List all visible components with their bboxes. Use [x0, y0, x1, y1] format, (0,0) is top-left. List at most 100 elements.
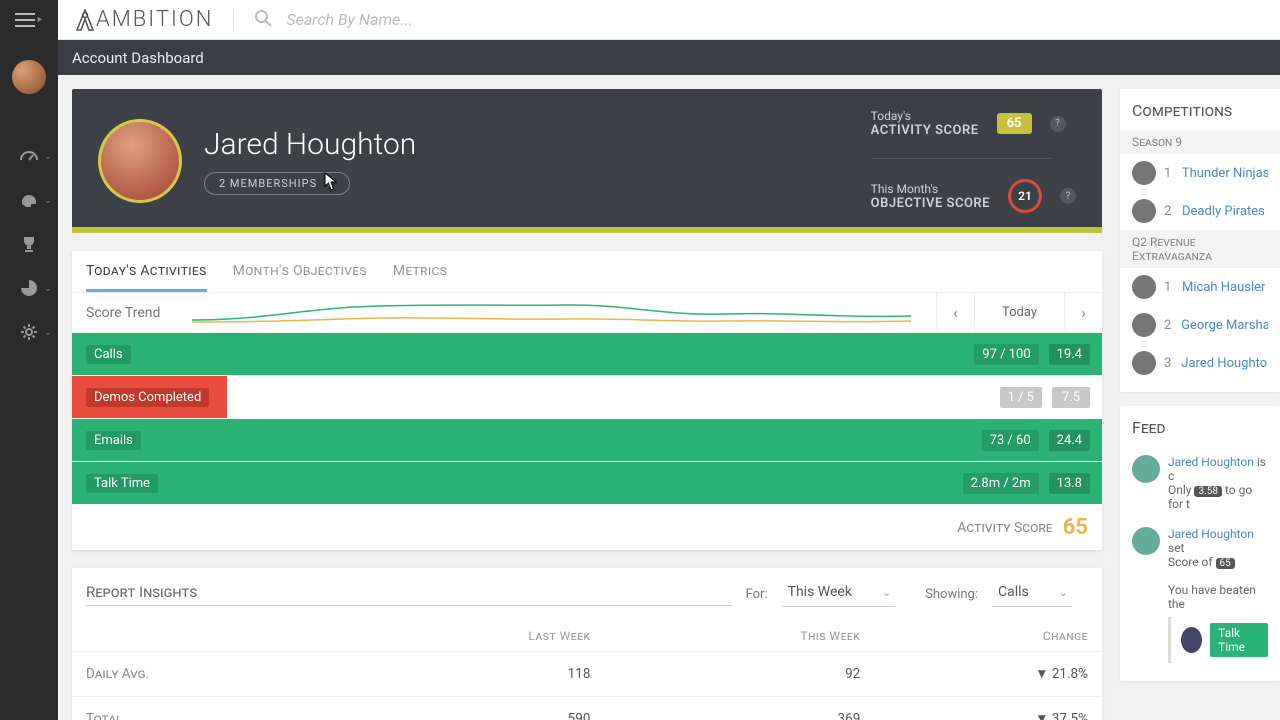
report-card: Report Insights For: This Week ⌄ Showing:…	[72, 568, 1102, 720]
gear-icon	[20, 323, 38, 341]
report-showing-value: Calls	[998, 584, 1029, 600]
avatar	[1132, 313, 1156, 337]
nav-settings[interactable]: ⌄	[0, 310, 58, 354]
competition-row[interactable]: 1 Thunder Ninjas	[1120, 154, 1280, 192]
feed-badge: 65	[1216, 558, 1235, 569]
avatar	[1132, 351, 1156, 375]
objective-score-label2: Objective Score	[871, 196, 990, 211]
col-change: Change	[874, 621, 1102, 652]
left-nav: ⌄ ⌄ ⌄ ⌄	[0, 40, 58, 720]
chevron-down-icon: ⌄	[882, 586, 891, 599]
activity-help[interactable]: ?	[1050, 116, 1066, 132]
competitor-name: Micah Hausler	[1182, 280, 1265, 295]
activity-score-value: 65	[997, 113, 1032, 134]
activity-name: Emails	[86, 431, 141, 450]
feed-item[interactable]: Jared Houghton is cOnly 3.58 to go for t	[1120, 447, 1280, 519]
chevron-down-icon: ⌄	[1059, 586, 1068, 599]
report-showing-label: Showing:	[925, 587, 978, 602]
memberships-dropdown[interactable]: 2 MEMBERSHIPS ⌄	[204, 172, 350, 195]
report-for-label: For:	[746, 587, 768, 602]
objective-score-label1: This Month's	[871, 182, 990, 196]
competitor-name: Thunder Ninjas	[1182, 166, 1268, 181]
activity-ratio: 73 / 60	[982, 430, 1039, 451]
report-showing-select[interactable]: Calls ⌄	[992, 582, 1072, 607]
feed-text: Only	[1168, 483, 1194, 497]
avatar	[1132, 161, 1156, 185]
avatar	[1132, 199, 1156, 223]
trend-today[interactable]: Today	[974, 293, 1064, 333]
feed-talk-badge: Talk Time	[1210, 623, 1268, 657]
rank: 3	[1164, 356, 1173, 371]
feed-title: Feed	[1120, 406, 1280, 447]
avatar	[1132, 275, 1156, 299]
logo-icon	[76, 9, 94, 31]
feed-text: set	[1168, 541, 1184, 555]
trophy-icon	[20, 235, 38, 253]
nav-helmet[interactable]: ⌄	[0, 178, 58, 222]
objective-help[interactable]: ?	[1060, 188, 1076, 204]
competition-row[interactable]: 2George Marshall	[1120, 306, 1280, 344]
memberships-label: 2 MEMBERSHIPS	[219, 177, 317, 190]
activity-ratio: 97 / 100	[974, 344, 1038, 365]
activity-row[interactable]: Emails 73 / 60 24.4	[72, 419, 1102, 461]
competition-group: Q2 Revenue Extravaganza	[1120, 230, 1280, 268]
feed-quote: Talk Time	[1168, 617, 1268, 663]
accent-bar	[72, 227, 1102, 233]
competition-group: Season 9	[1120, 130, 1280, 154]
col-this-week: This Week	[604, 621, 874, 652]
feed-badge: 3.58	[1194, 486, 1222, 497]
col-last-week: Last Week	[328, 621, 604, 652]
rank: 1	[1164, 280, 1174, 295]
activity-row[interactable]: Calls 97 / 100 19.4	[72, 333, 1102, 375]
profile-avatar[interactable]	[98, 119, 182, 203]
competition-row[interactable]: 3Jared Houghton	[1120, 344, 1280, 382]
trend-prev[interactable]: ‹	[936, 293, 974, 333]
activity-score: 24.4	[1049, 430, 1090, 451]
menu-toggle[interactable]: ▸	[0, 0, 58, 40]
tab-todays-activities[interactable]: Today's Activities	[86, 263, 207, 292]
search-input[interactable]	[286, 10, 586, 29]
report-for-select[interactable]: This Week ⌄	[782, 582, 896, 607]
app-logo: AMBITION	[76, 7, 213, 32]
activity-score: 13.8	[1049, 473, 1090, 494]
activity-row[interactable]: Talk Time2.8m / 2m13.8	[72, 462, 1102, 504]
activity-score: 19.4	[1049, 344, 1090, 365]
logo-text: AMBITION	[96, 7, 213, 32]
nav-gauge[interactable]: ⌄	[0, 134, 58, 178]
profile-header: Jared Houghton 2 MEMBERSHIPS ⌄ Today's A…	[72, 89, 1102, 233]
competition-row[interactable]: 1 Micah Hausler	[1120, 268, 1280, 306]
tab-months-objectives[interactable]: Month's Objectives	[233, 263, 367, 292]
avatar	[1132, 455, 1160, 483]
activity-row[interactable]: Demos Completed1 / 57.5	[72, 376, 1102, 418]
feed-beaten-text: You have beaten the	[1120, 577, 1280, 613]
competition-row[interactable]: 2 Deadly Pirates	[1120, 192, 1280, 230]
trend-next[interactable]: ›	[1064, 293, 1102, 333]
hamburger-icon	[15, 13, 35, 27]
score-trend-label: Score Trend	[72, 305, 192, 321]
rank: 2	[1164, 204, 1174, 219]
helmet-icon	[19, 190, 39, 210]
report-title: Report Insights	[86, 583, 732, 606]
feed-text: Score of	[1168, 555, 1216, 569]
activities-card: Today's Activities Month's Objectives Me…	[72, 251, 1102, 550]
table-row: Daily Avg.11892▼ 21.8%	[72, 652, 1102, 697]
competitor-name: Deadly Pirates	[1182, 204, 1265, 219]
rank: 2	[1164, 318, 1173, 333]
feed-item[interactable]: Jared Houghton setScore of 65	[1120, 519, 1280, 577]
feed-user: Jared Houghton	[1168, 527, 1254, 541]
gauge-icon	[19, 146, 39, 166]
report-for-value: This Week	[788, 584, 852, 600]
nav-trophy[interactable]	[0, 222, 58, 266]
activity-score-label2: Activity Score	[871, 123, 979, 138]
search-icon	[254, 9, 272, 31]
activity-name: Calls	[86, 345, 131, 364]
rank: 1	[1164, 166, 1174, 181]
current-user-avatar[interactable]	[12, 60, 46, 94]
tab-metrics[interactable]: Metrics	[393, 263, 447, 292]
activity-score: 7.5	[1052, 387, 1090, 408]
divider	[871, 158, 1051, 159]
activity-total-label: Activity Score	[957, 520, 1052, 536]
divider	[233, 9, 234, 31]
nav-chart[interactable]: ⌄	[0, 266, 58, 310]
competitions-card: Competitions Season 91Thunder Ninjas2Dea…	[1120, 89, 1280, 392]
